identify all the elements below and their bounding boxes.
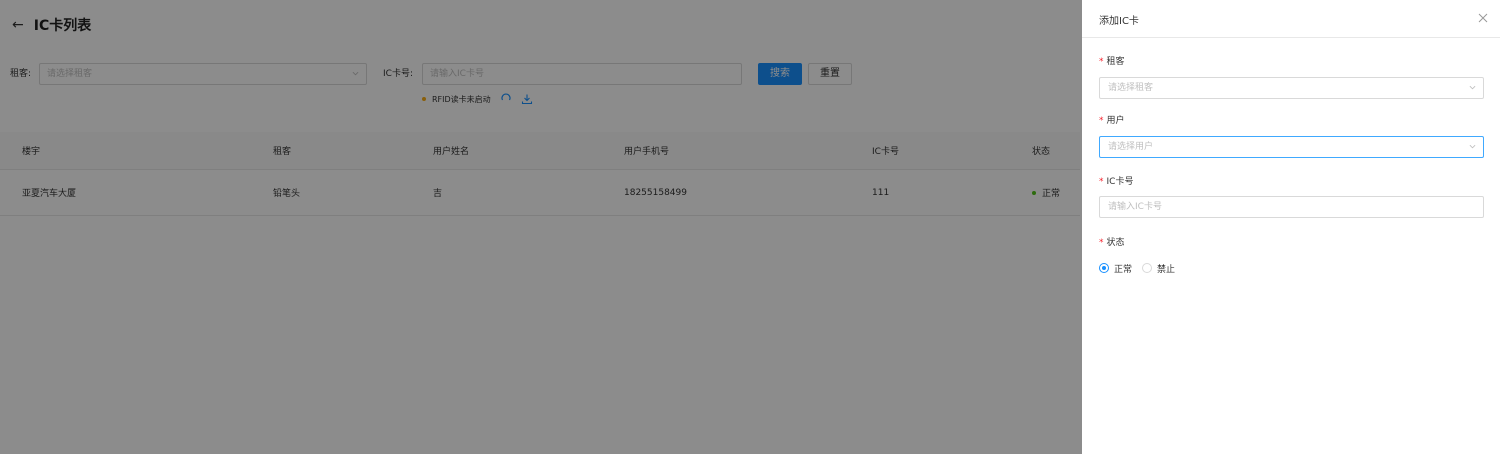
- tenant-select-placeholder: 请选择租客: [1108, 83, 1154, 93]
- user-field-label: * 用户: [1099, 116, 1125, 126]
- card-number-input[interactable]: 请输入IC卡号: [1099, 196, 1484, 218]
- chevron-down-icon: [1469, 84, 1476, 91]
- drawer-header: 添加IC卡: [1082, 0, 1500, 38]
- status-option-normal-label[interactable]: 正常: [1114, 262, 1132, 275]
- status-radio-disabled[interactable]: [1142, 263, 1153, 273]
- required-mark: *: [1099, 57, 1104, 67]
- ic-card-list-page: ← IC卡列表 租客: 请选择租客 IC卡号: 请输入IC卡号 搜索 重置 RF…: [0, 0, 1500, 454]
- add-ic-card-drawer: 添加IC卡 * 租客 请选择租客 * 用户 请选择用户 * IC卡号 请输入IC…: [1082, 0, 1500, 454]
- chevron-down-icon: [1469, 143, 1476, 150]
- status-field-label: * 状态: [1099, 238, 1125, 248]
- status-radio-normal[interactable]: [1099, 263, 1109, 273]
- required-mark: *: [1099, 177, 1104, 187]
- user-select-placeholder: 请选择用户: [1108, 142, 1154, 152]
- card-field-label: * IC卡号: [1099, 177, 1134, 187]
- status-option-disabled-label[interactable]: 禁止: [1157, 262, 1175, 275]
- tenant-select[interactable]: 请选择租客: [1099, 77, 1484, 99]
- close-icon[interactable]: [1478, 13, 1488, 26]
- drawer-title: 添加IC卡: [1099, 16, 1139, 27]
- drawer-mask[interactable]: [0, 0, 1082, 454]
- required-mark: *: [1099, 238, 1104, 248]
- required-mark: *: [1099, 116, 1104, 126]
- tenant-field-label: * 租客: [1099, 57, 1125, 67]
- status-radio-group: 正常 禁止: [1099, 262, 1185, 275]
- user-select[interactable]: 请选择用户: [1099, 136, 1484, 158]
- card-number-placeholder: 请输入IC卡号: [1108, 202, 1162, 212]
